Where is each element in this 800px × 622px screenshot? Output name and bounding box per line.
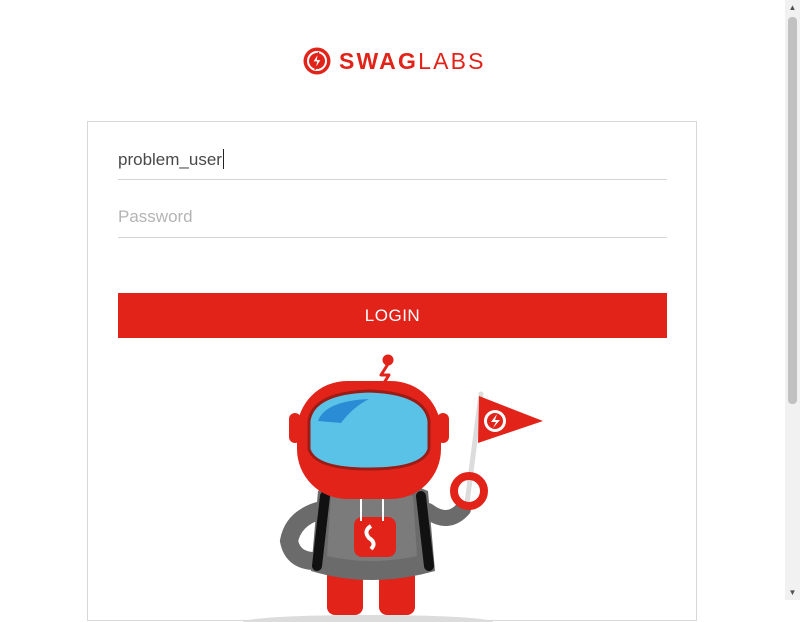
login-button[interactable]: LOGIN [118, 293, 667, 338]
username-text: problem_user [118, 150, 222, 169]
username-field[interactable]: problem_user [118, 143, 667, 180]
scroll-thumb[interactable] [788, 17, 797, 404]
brand-name: SWAGLABS [339, 46, 486, 76]
bolt-circle-icon [303, 47, 331, 75]
brand-name-light: LABS [418, 48, 486, 74]
password-placeholder: Password [118, 207, 193, 226]
password-field[interactable]: Password [118, 201, 667, 238]
triangle-up-icon[interactable]: ▲ [785, 0, 800, 15]
triangle-down-icon[interactable]: ▼ [785, 585, 800, 600]
brand-name-bold: SWAG [339, 48, 419, 74]
vertical-scrollbar[interactable]: ▲ ▼ [785, 0, 800, 600]
swag-labs-logo: SWAGLABS [302, 44, 492, 78]
username-value: problem_user [118, 149, 224, 170]
swag-bot-mascot [243, 354, 543, 622]
login-card: problem_user Password LOGIN [87, 121, 697, 622]
text-caret [222, 149, 224, 169]
